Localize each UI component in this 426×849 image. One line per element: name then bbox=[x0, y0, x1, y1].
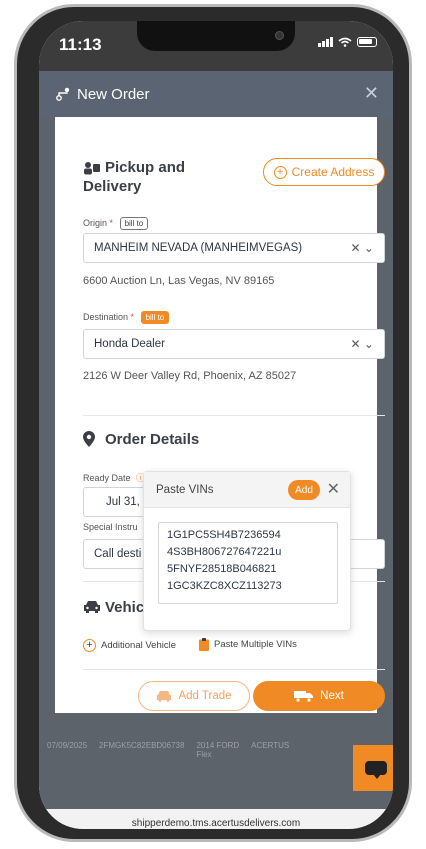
status-time: 11:13 bbox=[59, 35, 102, 54]
section-divider bbox=[83, 669, 385, 670]
close-icon[interactable]: ✕ bbox=[364, 83, 379, 104]
phone-frame: 11:13 New Order ✕ Pickup and Delivery + … bbox=[14, 4, 412, 842]
truck-icon bbox=[294, 691, 314, 702]
trade-car-icon bbox=[157, 691, 172, 702]
special-instructions-label: Special Instru bbox=[83, 522, 138, 532]
origin-bill-to-tag[interactable]: bill to bbox=[119, 217, 149, 230]
location-pin-icon bbox=[83, 431, 95, 447]
bg-vehicle-make: 2014 FORD bbox=[196, 741, 240, 750]
browser-url: shipperdemo.tms.acertusdelivers.com bbox=[131, 818, 301, 829]
origin-label: Origin * bill to bbox=[83, 217, 149, 230]
origin-value: MANHEIM NEVADA (MANHEIMVEGAS) bbox=[94, 242, 303, 254]
destination-select[interactable]: Honda Dealer ✕ ⌄ bbox=[83, 329, 385, 359]
bg-carrier: ACERTUS bbox=[251, 741, 290, 750]
status-icons bbox=[318, 37, 377, 47]
ready-date-label-text: Ready Date bbox=[83, 473, 131, 483]
add-trade-button[interactable]: Add Trade bbox=[138, 681, 250, 711]
vin-line: 5FNYF28518B046821 bbox=[167, 563, 277, 575]
plus-circle-icon: + bbox=[83, 639, 96, 652]
pickup-icon bbox=[84, 162, 100, 175]
paste-vins-popover: Paste VINs Add ✕ 1G1PC5SH4B7236594 4S3BH… bbox=[143, 471, 351, 631]
destination-label: Destination * bill to bbox=[83, 311, 170, 324]
destination-bill-to-tag[interactable]: bill to bbox=[140, 311, 170, 324]
paste-multiple-vins-button[interactable]: Paste Multiple VINs bbox=[199, 638, 297, 651]
destination-required-mark: * bbox=[130, 312, 135, 322]
browser-url-bar[interactable]: shipperdemo.tms.acertusdelivers.com bbox=[39, 809, 393, 829]
origin-select[interactable]: MANHEIM NEVADA (MANHEIMVEGAS) ✕ ⌄ bbox=[83, 233, 385, 263]
section-divider bbox=[83, 415, 385, 416]
origin-required-mark: * bbox=[109, 218, 114, 228]
route-icon bbox=[56, 87, 70, 101]
vin-line: 1GC3KZC8XCZ113273 bbox=[167, 580, 282, 592]
popover-header: Paste VINs Add ✕ bbox=[144, 472, 350, 508]
chat-icon bbox=[365, 761, 387, 779]
camera-icon bbox=[275, 31, 284, 40]
ready-date-label: Ready Date ⓘ bbox=[83, 471, 145, 484]
additional-vehicle-button[interactable]: + Additional Vehicle bbox=[83, 639, 176, 652]
special-instructions-value: Call desti bbox=[94, 548, 142, 560]
vin-line: 1G1PC5SH4B7236594 bbox=[167, 529, 281, 541]
destination-address: 2126 W Deer Valley Rd, Phoenix, AZ 85027 bbox=[83, 370, 297, 382]
battery-icon bbox=[357, 37, 377, 47]
origin-label-text: Origin bbox=[83, 218, 108, 228]
pickup-title-line2: Delivery bbox=[83, 178, 142, 195]
bg-vehicle: 2014 FORD Flex bbox=[196, 741, 239, 759]
bg-vin: 2FMGK5C82EBD06738 bbox=[99, 741, 185, 750]
next-label: Next bbox=[320, 690, 344, 702]
status-bar: 11:13 bbox=[39, 21, 393, 71]
bg-date: 07/09/2025 bbox=[47, 741, 88, 750]
vin-line: 4S3BH806727647221u bbox=[167, 546, 282, 558]
background-table-row: 07/09/2025 2FMGK5C82EBD06738 2014 FORD F… bbox=[47, 741, 289, 759]
close-icon[interactable]: ✕ bbox=[327, 479, 340, 499]
vin-textarea[interactable]: 1G1PC5SH4B7236594 4S3BH806727647221u 5FN… bbox=[158, 522, 338, 604]
signal-icon bbox=[318, 37, 333, 47]
destination-clear-icon[interactable]: ✕ ⌄ bbox=[351, 337, 374, 351]
wifi-icon bbox=[338, 37, 352, 47]
modal-header: New Order ✕ bbox=[39, 71, 393, 117]
chat-button[interactable] bbox=[353, 745, 393, 791]
notch bbox=[137, 21, 295, 51]
pickup-title-line1: Pickup and bbox=[105, 159, 186, 176]
add-trade-label: Add Trade bbox=[178, 690, 232, 702]
additional-vehicle-label: Additional Vehicle bbox=[101, 640, 176, 651]
plus-circle-icon: + bbox=[273, 165, 287, 179]
destination-label-text: Destination bbox=[83, 312, 129, 322]
order-details-title: Order Details bbox=[105, 431, 200, 448]
origin-address: 6600 Auction Ln, Las Vegas, NV 89165 bbox=[83, 275, 275, 287]
origin-clear-icon[interactable]: ✕ ⌄ bbox=[351, 241, 374, 255]
add-vins-button[interactable]: Add bbox=[288, 480, 320, 500]
popover-title: Paste VINs bbox=[156, 483, 214, 496]
modal-title: New Order bbox=[77, 85, 150, 103]
create-address-button[interactable]: + Create Address bbox=[263, 158, 385, 186]
car-icon bbox=[84, 601, 100, 613]
phone-screen: 11:13 New Order ✕ Pickup and Delivery + … bbox=[39, 21, 393, 829]
clipboard-icon bbox=[199, 638, 209, 651]
paste-multiple-vins-label: Paste Multiple VINs bbox=[214, 639, 297, 650]
next-button[interactable]: Next bbox=[253, 681, 385, 711]
bg-vehicle-model: Flex bbox=[196, 750, 212, 759]
ready-date-value: Jul 31, bbox=[106, 496, 140, 508]
create-address-label: Create Address bbox=[291, 165, 375, 179]
destination-value: Honda Dealer bbox=[94, 338, 165, 350]
